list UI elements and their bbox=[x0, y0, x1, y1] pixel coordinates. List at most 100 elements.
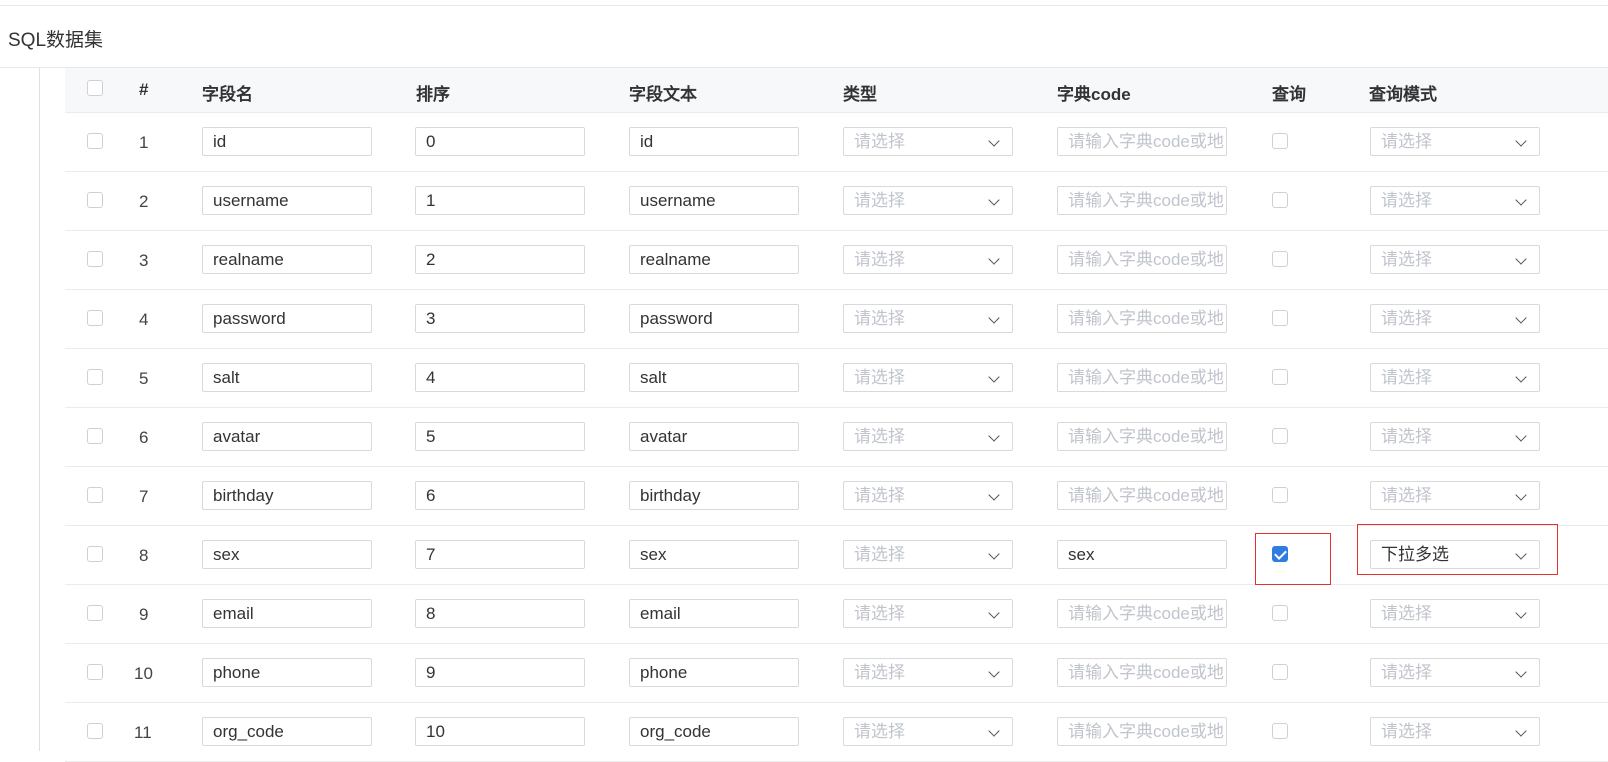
field-text-input[interactable]: id bbox=[629, 127, 799, 156]
chevron-down-icon bbox=[988, 371, 1000, 383]
field-name-input[interactable]: email bbox=[202, 599, 372, 628]
order-input[interactable]: 1 bbox=[415, 186, 585, 215]
type-select-placeholder: 请选择 bbox=[854, 132, 905, 151]
field-name-input[interactable]: username bbox=[202, 186, 372, 215]
type-select[interactable]: 请选择 bbox=[843, 658, 1013, 687]
field-text-input[interactable]: username bbox=[629, 186, 799, 215]
query-mode-select[interactable]: 请选择 bbox=[1370, 599, 1540, 628]
query-checkbox[interactable] bbox=[1272, 310, 1288, 326]
dict-code-input[interactable]: 请输入字典code或地 bbox=[1057, 717, 1227, 746]
field-text-input[interactable]: sex bbox=[629, 540, 799, 569]
chevron-down-icon bbox=[1515, 312, 1527, 324]
chevron-down-icon bbox=[1515, 371, 1527, 383]
row-select-checkbox[interactable] bbox=[87, 605, 103, 621]
order-input[interactable]: 9 bbox=[415, 658, 585, 687]
dict-code-input[interactable]: 请输入字典code或地 bbox=[1057, 422, 1227, 451]
type-select[interactable]: 请选择 bbox=[843, 481, 1013, 510]
chevron-down-icon bbox=[1515, 135, 1527, 147]
query-mode-select[interactable]: 请选择 bbox=[1370, 422, 1540, 451]
dict-code-input[interactable]: 请输入字典code或地 bbox=[1057, 186, 1227, 215]
field-text-input[interactable]: email bbox=[629, 599, 799, 628]
field-text-input[interactable]: avatar bbox=[629, 422, 799, 451]
query-checkbox[interactable] bbox=[1272, 723, 1288, 739]
dict-code-input[interactable]: 请输入字典code或地 bbox=[1057, 304, 1227, 333]
order-input[interactable]: 7 bbox=[415, 540, 585, 569]
field-name-input[interactable]: birthday bbox=[202, 481, 372, 510]
dict-code-input[interactable]: 请输入字典code或地 bbox=[1057, 481, 1227, 510]
query-checkbox[interactable] bbox=[1272, 192, 1288, 208]
query-checkbox[interactable] bbox=[1272, 369, 1288, 385]
field-name-input[interactable]: phone bbox=[202, 658, 372, 687]
query-mode-select[interactable]: 请选择 bbox=[1370, 186, 1540, 215]
type-select[interactable]: 请选择 bbox=[843, 186, 1013, 215]
type-select[interactable]: 请选择 bbox=[843, 422, 1013, 451]
field-name-input[interactable]: id bbox=[202, 127, 372, 156]
chevron-down-icon bbox=[988, 194, 1000, 206]
field-name-input[interactable]: salt bbox=[202, 363, 372, 392]
order-input[interactable]: 8 bbox=[415, 599, 585, 628]
chevron-down-icon bbox=[988, 253, 1000, 265]
row-select-checkbox[interactable] bbox=[87, 369, 103, 385]
dict-code-input[interactable]: 请输入字典code或地 bbox=[1057, 245, 1227, 274]
type-select[interactable]: 请选择 bbox=[843, 599, 1013, 628]
type-select[interactable]: 请选择 bbox=[843, 363, 1013, 392]
query-checkbox[interactable] bbox=[1272, 428, 1288, 444]
dict-code-input[interactable]: sex bbox=[1057, 540, 1227, 569]
row-select-checkbox[interactable] bbox=[87, 133, 103, 149]
query-mode-value: 请选择 bbox=[1381, 309, 1432, 328]
type-select[interactable]: 请选择 bbox=[843, 245, 1013, 274]
row-select-checkbox[interactable] bbox=[87, 487, 103, 503]
type-select-placeholder: 请选择 bbox=[854, 486, 905, 505]
query-mode-select[interactable]: 请选择 bbox=[1370, 245, 1540, 274]
type-select[interactable]: 请选择 bbox=[843, 717, 1013, 746]
row-select-checkbox[interactable] bbox=[87, 251, 103, 267]
dict-code-input[interactable]: 请输入字典code或地 bbox=[1057, 658, 1227, 687]
type-select[interactable]: 请选择 bbox=[843, 127, 1013, 156]
type-select[interactable]: 请选择 bbox=[843, 304, 1013, 333]
row-select-checkbox[interactable] bbox=[87, 428, 103, 444]
row-index: 2 bbox=[139, 192, 149, 211]
field-name-input[interactable]: sex bbox=[202, 540, 372, 569]
field-name-input[interactable]: org_code bbox=[202, 717, 372, 746]
query-checkbox[interactable] bbox=[1272, 133, 1288, 149]
query-checkbox[interactable] bbox=[1272, 487, 1288, 503]
dict-code-input[interactable]: 请输入字典code或地 bbox=[1057, 599, 1227, 628]
query-checkbox[interactable] bbox=[1272, 251, 1288, 267]
field-name-input[interactable]: realname bbox=[202, 245, 372, 274]
field-text-input[interactable]: password bbox=[629, 304, 799, 333]
row-select-checkbox[interactable] bbox=[87, 546, 103, 562]
order-input[interactable]: 4 bbox=[415, 363, 585, 392]
query-checkbox[interactable] bbox=[1272, 664, 1288, 680]
dict-code-input[interactable]: 请输入字典code或地 bbox=[1057, 363, 1227, 392]
query-mode-value: 请选择 bbox=[1381, 604, 1432, 623]
field-text-input[interactable]: phone bbox=[629, 658, 799, 687]
field-text-input[interactable]: org_code bbox=[629, 717, 799, 746]
query-mode-select[interactable]: 请选择 bbox=[1370, 717, 1540, 746]
order-input[interactable]: 0 bbox=[415, 127, 585, 156]
row-select-checkbox[interactable] bbox=[87, 723, 103, 739]
query-mode-select[interactable]: 请选择 bbox=[1370, 481, 1540, 510]
order-input[interactable]: 3 bbox=[415, 304, 585, 333]
query-checkbox[interactable] bbox=[1272, 605, 1288, 621]
query-mode-select[interactable]: 请选择 bbox=[1370, 363, 1540, 392]
field-name-input[interactable]: avatar bbox=[202, 422, 372, 451]
row-select-checkbox[interactable] bbox=[87, 192, 103, 208]
dict-code-input[interactable]: 请输入字典code或地 bbox=[1057, 127, 1227, 156]
query-mode-select[interactable]: 请选择 bbox=[1370, 304, 1540, 333]
query-mode-value: 请选择 bbox=[1381, 722, 1432, 741]
chevron-down-icon bbox=[1515, 666, 1527, 678]
query-mode-select[interactable]: 请选择 bbox=[1370, 658, 1540, 687]
field-name-input[interactable]: password bbox=[202, 304, 372, 333]
field-text-input[interactable]: birthday bbox=[629, 481, 799, 510]
row-select-checkbox[interactable] bbox=[87, 310, 103, 326]
order-input[interactable]: 2 bbox=[415, 245, 585, 274]
order-input[interactable]: 6 bbox=[415, 481, 585, 510]
field-text-input[interactable]: salt bbox=[629, 363, 799, 392]
order-input[interactable]: 5 bbox=[415, 422, 585, 451]
row-select-checkbox[interactable] bbox=[87, 664, 103, 680]
order-input[interactable]: 10 bbox=[415, 717, 585, 746]
query-mode-select[interactable]: 请选择 bbox=[1370, 127, 1540, 156]
select-all-checkbox[interactable] bbox=[87, 80, 103, 96]
field-text-input[interactable]: realname bbox=[629, 245, 799, 274]
type-select[interactable]: 请选择 bbox=[843, 540, 1013, 569]
